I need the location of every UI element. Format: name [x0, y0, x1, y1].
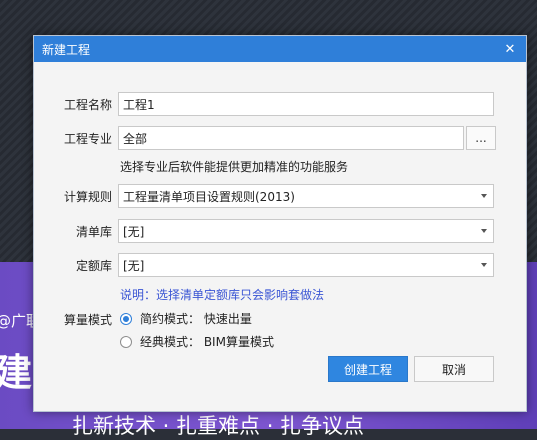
- mode-option-classic[interactable]: 经典模式： BIM算量模式: [120, 333, 274, 350]
- quota-library-select[interactable]: [无]: [118, 253, 494, 277]
- calc-rule-row: 计算规则 工程量清单项目设置规则(2013): [34, 184, 494, 208]
- profession-row: 工程专业 全部 ...: [34, 126, 496, 150]
- profession-browse-button[interactable]: ...: [466, 126, 496, 150]
- profession-hint: 选择专业后软件能提供更加精准的功能服务: [120, 160, 349, 174]
- project-name-row: 工程名称 工程1: [34, 92, 494, 116]
- bill-library-label: 清单库: [75, 224, 112, 239]
- radio-checked-icon[interactable]: [120, 312, 132, 325]
- library-note: 说明：选择清单定额库只会影响套做法: [120, 288, 325, 302]
- banner-text-line3: 扎新技术 · 扎重难点 · 扎争议点: [72, 414, 365, 438]
- mode-label: 算量模式: [63, 313, 112, 327]
- banner-text-line2: 建: [0, 351, 33, 395]
- mode-option-simple-label: 简约模式： 快速出量: [140, 312, 252, 326]
- quota-library-value: [无]: [123, 258, 145, 273]
- quota-library-label: 定额库: [75, 258, 112, 273]
- quota-library-row: 定额库 [无]: [34, 253, 494, 277]
- bill-library-select[interactable]: [无]: [118, 219, 494, 243]
- calc-rule-label: 计算规则: [63, 189, 112, 204]
- mode-option-simple[interactable]: 简约模式： 快速出量: [120, 310, 252, 327]
- project-name-input[interactable]: 工程1: [118, 92, 494, 116]
- profession-label: 工程专业: [63, 131, 112, 146]
- cancel-button[interactable]: 取消: [414, 356, 494, 382]
- radio-unchecked-icon[interactable]: [120, 335, 132, 348]
- bill-library-row: 清单库 [无]: [34, 219, 494, 243]
- dialog-titlebar: 新建工程 ✕: [34, 36, 526, 62]
- dialog-title: 新建工程: [42, 42, 91, 57]
- calc-rule-select[interactable]: 工程量清单项目设置规则(2013): [118, 184, 494, 208]
- create-project-button[interactable]: 创建工程: [328, 356, 408, 382]
- profession-input[interactable]: 全部: [118, 126, 464, 150]
- chevron-down-icon: [481, 263, 487, 267]
- chevron-down-icon: [481, 194, 487, 198]
- chevron-down-icon: [481, 229, 487, 233]
- new-project-dialog: 新建工程 ✕ 工程名称 工程1 工程专业 全部 ... 选择专业后软件能提供更加…: [33, 35, 527, 412]
- project-name-label: 工程名称: [63, 97, 112, 112]
- mode-option-classic-label: 经典模式： BIM算量模式: [140, 335, 274, 349]
- close-icon[interactable]: ✕: [502, 41, 518, 57]
- calc-rule-value: 工程量清单项目设置规则(2013): [123, 189, 295, 204]
- bill-library-value: [无]: [123, 224, 145, 239]
